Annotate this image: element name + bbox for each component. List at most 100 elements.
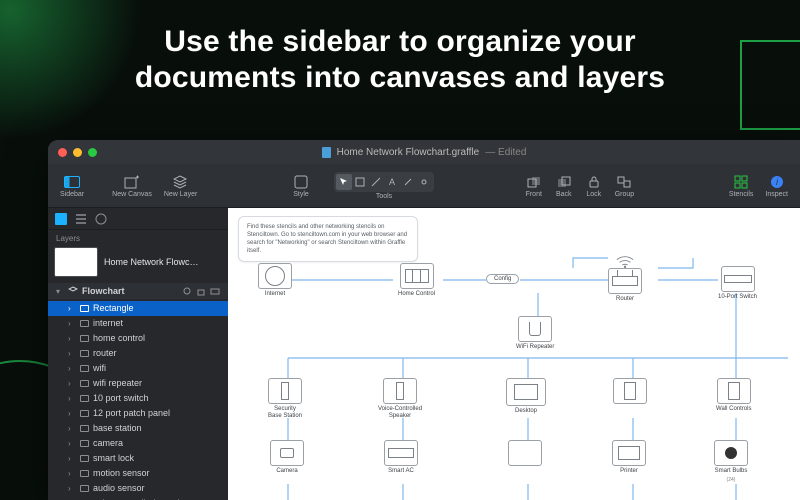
shape-tool[interactable] [352,174,368,190]
layers-section-label: Layers [48,230,228,245]
canvas-viewport[interactable]: Find these stencils and other networking… [228,208,800,500]
canvas[interactable]: Find these stencils and other networking… [228,208,800,500]
tree-item[interactable]: › wifi repeater [48,376,228,391]
shape-icon [80,395,89,402]
point-tool[interactable] [416,174,432,190]
tree-item[interactable]: ›10 port switch [48,391,228,406]
style-icon [292,174,310,190]
node-base-station[interactable]: Security Base Station [268,378,302,419]
left-sidebar: Layers Home Network Flowc… ▾ Flowchart ›… [48,208,228,500]
tree-item[interactable]: ›internet [48,316,228,331]
node-internet[interactable]: Internet [258,263,292,298]
tree-item-label: base station [93,422,142,435]
node-smart-ac[interactable]: Smart AC [384,440,418,475]
shape-icon [80,335,89,342]
tree-item[interactable]: › Rectangle [48,301,228,316]
chevron-right-icon: › [68,377,76,390]
tools-segmented-control[interactable]: A [334,172,434,192]
sidebar-icon [63,174,81,190]
canvas-thumbnail-row[interactable]: Home Network Flowc… [48,245,228,283]
minimize-traffic-light[interactable] [73,148,82,157]
chevron-right-icon: › [68,392,76,405]
node-smart-bulbs[interactable]: Smart Bulbs(24) [714,440,748,483]
style-picker[interactable]: Style [288,174,314,198]
new-layer-icon [172,174,190,190]
tree-item[interactable]: ›smart lock [48,451,228,466]
chevron-right-icon: › [68,317,76,330]
inspect-button[interactable]: i Inspect [761,174,792,198]
stencils-button[interactable]: Stencils [725,174,758,198]
shape-icon [80,350,89,357]
node-home-control[interactable]: Home Control [398,263,435,298]
info-icon: i [768,174,786,190]
canvas-thumbnail[interactable] [54,247,98,277]
shape-icon [80,365,89,372]
chevron-right-icon: › [68,302,76,315]
outline-tab-icon[interactable] [74,212,88,226]
tree-item[interactable]: ›router [48,346,228,361]
tree-item[interactable]: ›motion sensor [48,466,228,481]
sidebar-toggle-button[interactable]: Sidebar [56,174,88,198]
selection-tab-icon[interactable] [94,212,108,226]
tree-item-label: Rectangle [93,302,134,315]
chevron-right-icon: › [68,467,76,480]
tree-item[interactable]: ›base station [48,421,228,436]
tools-label: Tools [376,193,392,200]
chevron-right-icon: › [68,332,76,345]
node-desktop[interactable]: Desktop [506,378,546,415]
tree-item[interactable]: ›audio sensor [48,481,228,496]
node-10port-switch[interactable]: 10-Port Switch [718,266,757,301]
edited-indicator: — Edited [485,147,526,158]
chevron-right-icon: › [68,437,76,450]
shape-icon [80,425,89,432]
visibility-icon[interactable] [182,286,192,296]
node-wall-controls[interactable]: Wall Controls [716,378,751,413]
tree-item[interactable]: ›12 port patch panel [48,406,228,421]
tree-item-label: home control [93,332,145,345]
group-button[interactable]: Group [611,174,638,198]
send-back-button[interactable]: Back [551,174,577,198]
close-traffic-light[interactable] [58,148,67,157]
text-tool[interactable]: A [384,174,400,190]
tree-item-label: smart lock [93,452,134,465]
bring-front-button[interactable]: Front [521,174,547,198]
tree-item-label: 12 port patch panel [93,407,170,420]
shape-icon [80,410,89,417]
canvases-tab-icon[interactable] [54,212,68,226]
layer-header[interactable]: ▾ Flowchart [48,283,228,299]
layer-icon [68,286,78,296]
node-router[interactable]: Router [608,268,642,303]
new-canvas-button[interactable]: New Canvas [108,174,156,198]
config-chip[interactable]: Config [486,274,519,284]
node-wifi-repeater[interactable]: WiFi Repeater [516,316,554,351]
node-voice-speaker[interactable]: Voice-Controlled Speaker [378,378,422,419]
tree-item-label: wifi [93,362,106,375]
chevron-right-icon: › [68,482,76,495]
line-tool[interactable] [368,174,384,190]
node-camera[interactable]: Camera [270,440,304,475]
object-tree[interactable]: ›Rectangle›internet›home control›router›… [48,299,228,500]
sidebar-mode-tabs[interactable] [48,208,228,230]
new-layer-button[interactable]: New Layer [160,174,201,198]
node-printer[interactable]: Printer [612,440,646,475]
tree-item[interactable]: ›voice controlled speaker [48,496,228,500]
disclosure-triangle-icon[interactable]: ▾ [56,287,64,296]
new-canvas-icon [123,174,141,190]
window-titlebar: Home Network Flowchart.graffle — Edited [48,140,800,164]
lock-button[interactable]: Lock [581,174,607,198]
back-icon [555,174,573,190]
tree-item-label: wifi repeater [93,377,142,390]
print-icon[interactable] [210,286,220,296]
tree-item[interactable]: › wifi [48,361,228,376]
tree-item[interactable]: ›camera [48,436,228,451]
shape-icon [80,440,89,447]
chevron-right-icon: › [68,362,76,375]
lock-icon[interactable] [196,286,206,296]
zoom-traffic-light[interactable] [88,148,97,157]
tree-item[interactable]: › home control [48,331,228,346]
node-empty[interactable] [508,440,542,466]
pen-tool[interactable] [400,174,416,190]
node-wall-controls-col[interactable] [613,378,647,413]
stencils-icon [732,174,750,190]
selection-tool[interactable] [336,174,352,190]
